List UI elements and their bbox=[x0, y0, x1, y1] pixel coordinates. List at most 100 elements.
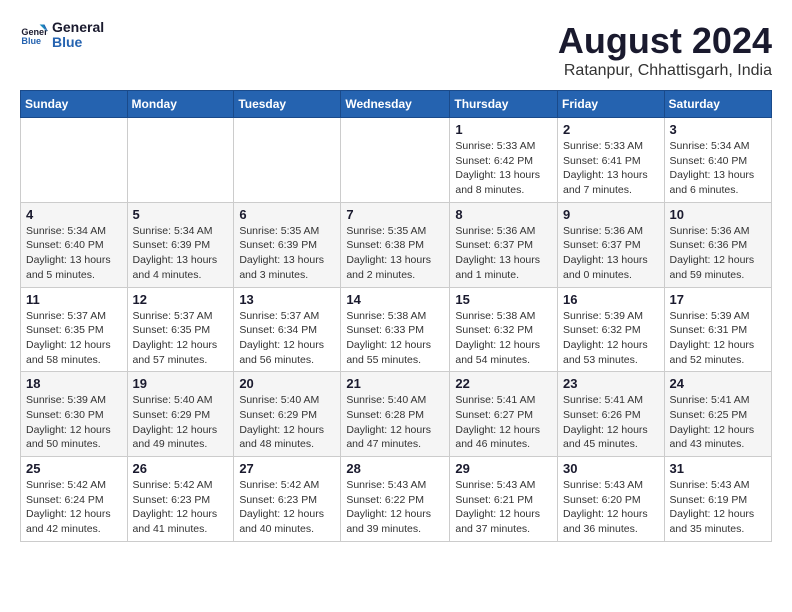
day-number: 31 bbox=[670, 461, 766, 476]
day-info: Sunrise: 5:41 AMSunset: 6:27 PMDaylight:… bbox=[455, 393, 552, 452]
calendar-cell: 10 Sunrise: 5:36 AMSunset: 6:36 PMDayligh… bbox=[664, 202, 771, 287]
day-number: 4 bbox=[26, 207, 122, 222]
logo: General Blue General Blue bbox=[20, 20, 104, 51]
day-info: Sunrise: 5:33 AMSunset: 6:42 PMDaylight:… bbox=[455, 139, 552, 198]
calendar-cell: 19 Sunrise: 5:40 AMSunset: 6:29 PMDayligh… bbox=[127, 372, 234, 457]
day-header-saturday: Saturday bbox=[664, 91, 771, 118]
calendar-cell: 12 Sunrise: 5:37 AMSunset: 6:35 PMDayligh… bbox=[127, 287, 234, 372]
day-number: 11 bbox=[26, 292, 122, 307]
day-info: Sunrise: 5:39 AMSunset: 6:32 PMDaylight:… bbox=[563, 309, 659, 368]
day-number: 25 bbox=[26, 461, 122, 476]
title-block: August 2024 Ratanpur, Chhattisgarh, Indi… bbox=[558, 20, 772, 80]
day-info: Sunrise: 5:42 AMSunset: 6:23 PMDaylight:… bbox=[133, 478, 229, 537]
day-info: Sunrise: 5:36 AMSunset: 6:36 PMDaylight:… bbox=[670, 224, 766, 283]
day-info: Sunrise: 5:37 AMSunset: 6:35 PMDaylight:… bbox=[26, 309, 122, 368]
calendar-cell bbox=[234, 118, 341, 203]
calendar-cell: 14 Sunrise: 5:38 AMSunset: 6:33 PMDayligh… bbox=[341, 287, 450, 372]
calendar-cell: 9 Sunrise: 5:36 AMSunset: 6:37 PMDaylight… bbox=[558, 202, 665, 287]
day-number: 16 bbox=[563, 292, 659, 307]
day-info: Sunrise: 5:42 AMSunset: 6:24 PMDaylight:… bbox=[26, 478, 122, 537]
day-info: Sunrise: 5:34 AMSunset: 6:40 PMDaylight:… bbox=[670, 139, 766, 198]
day-info: Sunrise: 5:33 AMSunset: 6:41 PMDaylight:… bbox=[563, 139, 659, 198]
calendar-cell bbox=[127, 118, 234, 203]
calendar-cell: 29 Sunrise: 5:43 AMSunset: 6:21 PMDayligh… bbox=[450, 457, 558, 542]
day-number: 12 bbox=[133, 292, 229, 307]
calendar-cell: 8 Sunrise: 5:36 AMSunset: 6:37 PMDaylight… bbox=[450, 202, 558, 287]
day-info: Sunrise: 5:37 AMSunset: 6:35 PMDaylight:… bbox=[133, 309, 229, 368]
day-info: Sunrise: 5:43 AMSunset: 6:19 PMDaylight:… bbox=[670, 478, 766, 537]
calendar-cell: 13Sunrise: 5:37 AMSunset: 6:34 PMDayligh… bbox=[234, 287, 341, 372]
calendar-cell: 6 Sunrise: 5:35 AMSunset: 6:39 PMDaylight… bbox=[234, 202, 341, 287]
day-number: 26 bbox=[133, 461, 229, 476]
day-info: Sunrise: 5:43 AMSunset: 6:22 PMDaylight:… bbox=[346, 478, 444, 537]
day-info: Sunrise: 5:41 AMSunset: 6:25 PMDaylight:… bbox=[670, 393, 766, 452]
calendar-cell: 23Sunrise: 5:41 AMSunset: 6:26 PMDayligh… bbox=[558, 372, 665, 457]
day-info: Sunrise: 5:35 AMSunset: 6:39 PMDaylight:… bbox=[239, 224, 335, 283]
day-number: 30 bbox=[563, 461, 659, 476]
day-info: Sunrise: 5:43 AMSunset: 6:20 PMDaylight:… bbox=[563, 478, 659, 537]
day-number: 19 bbox=[133, 376, 229, 391]
logo-icon: General Blue bbox=[20, 21, 48, 49]
page-header: General Blue General Blue August 2024 Ra… bbox=[20, 20, 772, 80]
calendar-cell: 11 Sunrise: 5:37 AMSunset: 6:35 PMDayligh… bbox=[21, 287, 128, 372]
day-number: 18 bbox=[26, 376, 122, 391]
day-number: 15 bbox=[455, 292, 552, 307]
calendar-cell: 20 Sunrise: 5:40 AMSunset: 6:29 PMDayligh… bbox=[234, 372, 341, 457]
day-info: Sunrise: 5:40 AMSunset: 6:29 PMDaylight:… bbox=[239, 393, 335, 452]
day-number: 9 bbox=[563, 207, 659, 222]
calendar-cell: 18 Sunrise: 5:39 AMSunset: 6:30 PMDayligh… bbox=[21, 372, 128, 457]
calendar-cell: 5Sunrise: 5:34 AMSunset: 6:39 PMDaylight… bbox=[127, 202, 234, 287]
day-info: Sunrise: 5:39 AMSunset: 6:30 PMDaylight:… bbox=[26, 393, 122, 452]
calendar-cell: 22 Sunrise: 5:41 AMSunset: 6:27 PMDayligh… bbox=[450, 372, 558, 457]
calendar-table: SundayMondayTuesdayWednesdayThursdayFrid… bbox=[20, 90, 772, 542]
logo-line1: General bbox=[52, 20, 104, 35]
calendar-cell: 7Sunrise: 5:35 AMSunset: 6:38 PMDaylight… bbox=[341, 202, 450, 287]
calendar-cell: 4 Sunrise: 5:34 AMSunset: 6:40 PMDaylight… bbox=[21, 202, 128, 287]
day-number: 20 bbox=[239, 376, 335, 391]
calendar-cell: 16 Sunrise: 5:39 AMSunset: 6:32 PMDayligh… bbox=[558, 287, 665, 372]
calendar-cell: 3Sunrise: 5:34 AMSunset: 6:40 PMDaylight… bbox=[664, 118, 771, 203]
day-number: 13 bbox=[239, 292, 335, 307]
day-number: 5 bbox=[133, 207, 229, 222]
day-header-wednesday: Wednesday bbox=[341, 91, 450, 118]
day-number: 23 bbox=[563, 376, 659, 391]
calendar-cell: 1 Sunrise: 5:33 AMSunset: 6:42 PMDaylight… bbox=[450, 118, 558, 203]
day-info: Sunrise: 5:43 AMSunset: 6:21 PMDaylight:… bbox=[455, 478, 552, 537]
day-number: 29 bbox=[455, 461, 552, 476]
day-header-friday: Friday bbox=[558, 91, 665, 118]
calendar-cell: 21 Sunrise: 5:40 AMSunset: 6:28 PMDayligh… bbox=[341, 372, 450, 457]
day-number: 14 bbox=[346, 292, 444, 307]
day-number: 22 bbox=[455, 376, 552, 391]
day-number: 24 bbox=[670, 376, 766, 391]
day-header-thursday: Thursday bbox=[450, 91, 558, 118]
day-info: Sunrise: 5:42 AMSunset: 6:23 PMDaylight:… bbox=[239, 478, 335, 537]
day-number: 6 bbox=[239, 207, 335, 222]
day-number: 21 bbox=[346, 376, 444, 391]
calendar-cell: 24 Sunrise: 5:41 AMSunset: 6:25 PMDayligh… bbox=[664, 372, 771, 457]
day-info: Sunrise: 5:39 AMSunset: 6:31 PMDaylight:… bbox=[670, 309, 766, 368]
day-info: Sunrise: 5:35 AMSunset: 6:38 PMDaylight:… bbox=[346, 224, 444, 283]
calendar-cell: 26 Sunrise: 5:42 AMSunset: 6:23 PMDayligh… bbox=[127, 457, 234, 542]
calendar-cell bbox=[341, 118, 450, 203]
day-info: Sunrise: 5:40 AMSunset: 6:29 PMDaylight:… bbox=[133, 393, 229, 452]
day-info: Sunrise: 5:40 AMSunset: 6:28 PMDaylight:… bbox=[346, 393, 444, 452]
logo-line2: Blue bbox=[52, 35, 104, 50]
day-number: 28 bbox=[346, 461, 444, 476]
calendar-cell: 27Sunrise: 5:42 AMSunset: 6:23 PMDayligh… bbox=[234, 457, 341, 542]
page-subtitle: Ratanpur, Chhattisgarh, India bbox=[558, 62, 772, 80]
day-header-tuesday: Tuesday bbox=[234, 91, 341, 118]
calendar-cell: 17 Sunrise: 5:39 AMSunset: 6:31 PMDayligh… bbox=[664, 287, 771, 372]
day-number: 8 bbox=[455, 207, 552, 222]
day-info: Sunrise: 5:36 AMSunset: 6:37 PMDaylight:… bbox=[455, 224, 552, 283]
day-header-monday: Monday bbox=[127, 91, 234, 118]
calendar-cell bbox=[21, 118, 128, 203]
calendar-cell: 15Sunrise: 5:38 AMSunset: 6:32 PMDayligh… bbox=[450, 287, 558, 372]
day-info: Sunrise: 5:38 AMSunset: 6:33 PMDaylight:… bbox=[346, 309, 444, 368]
day-info: Sunrise: 5:36 AMSunset: 6:37 PMDaylight:… bbox=[563, 224, 659, 283]
calendar-cell: 30 Sunrise: 5:43 AMSunset: 6:20 PMDayligh… bbox=[558, 457, 665, 542]
calendar-cell: 25 Sunrise: 5:42 AMSunset: 6:24 PMDayligh… bbox=[21, 457, 128, 542]
day-number: 1 bbox=[455, 122, 552, 137]
day-number: 17 bbox=[670, 292, 766, 307]
day-info: Sunrise: 5:34 AMSunset: 6:40 PMDaylight:… bbox=[26, 224, 122, 283]
day-number: 10 bbox=[670, 207, 766, 222]
